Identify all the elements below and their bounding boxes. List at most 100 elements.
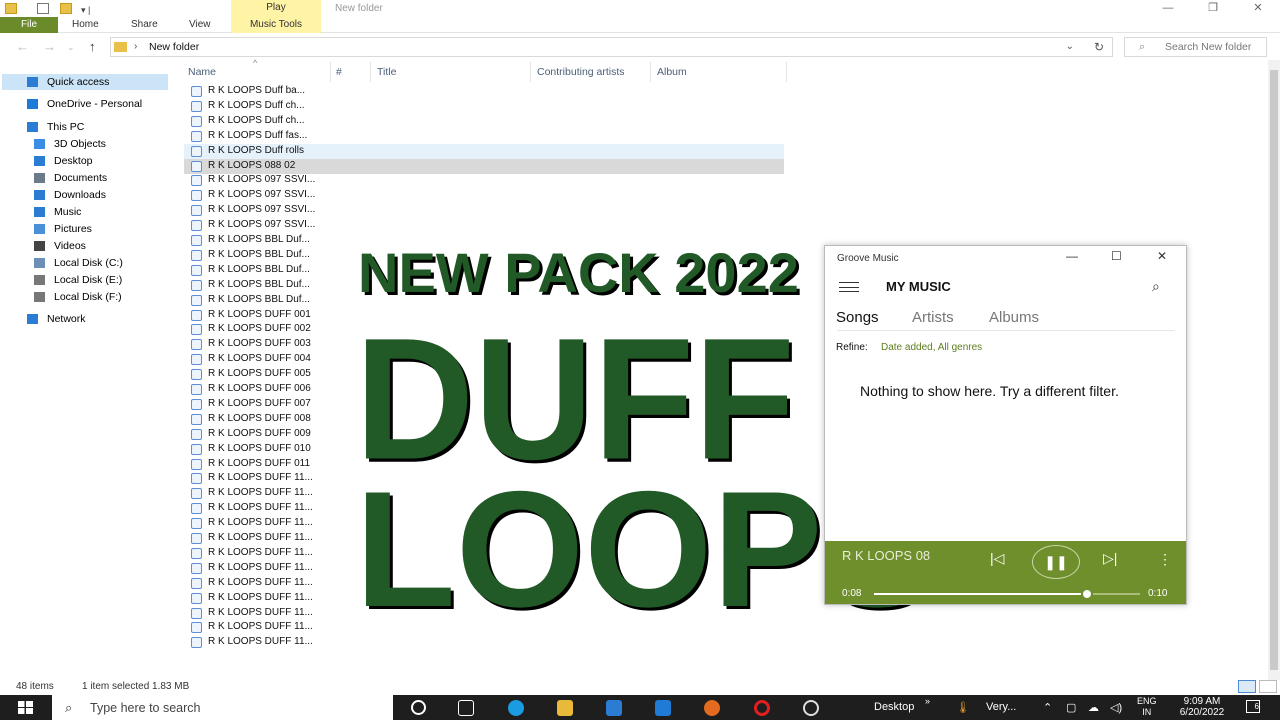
tab-file[interactable]: File (0, 17, 58, 33)
microsoft-store-icon[interactable] (606, 700, 622, 716)
sidebar-item[interactable]: Downloads (2, 187, 168, 203)
fl-studio-icon[interactable] (704, 700, 720, 716)
new-folder-icon[interactable] (60, 3, 72, 14)
refresh-icon[interactable]: ↻ (1094, 40, 1104, 54)
toolbar-expand-icon[interactable]: » (925, 696, 930, 706)
column-number[interactable]: # (336, 66, 342, 78)
more-options-icon[interactable]: ⋮ (1158, 551, 1172, 568)
audio-file-icon (191, 324, 202, 336)
breadcrumb-path[interactable]: New folder (149, 41, 199, 53)
column-title[interactable]: Title (377, 66, 396, 78)
edge-browser-icon[interactable] (508, 700, 524, 716)
column-album[interactable]: Album (657, 66, 687, 78)
desktop-toolbar-label[interactable]: Desktop (874, 701, 914, 713)
forward-arrow-icon[interactable]: → (43, 39, 56, 54)
file-name: R K LOOPS DUFF 11... (208, 472, 313, 484)
details-view-icon[interactable] (1238, 680, 1256, 693)
onedrive-tray-icon[interactable]: ☁ (1088, 701, 1099, 714)
tab-share[interactable]: Share (131, 17, 158, 33)
file-row[interactable]: R K LOOPS 097 SSVI... (184, 188, 784, 203)
tab-artists[interactable]: Artists (912, 309, 954, 326)
tab-view[interactable]: View (189, 17, 211, 33)
now-playing-track[interactable]: R K LOOPS 08 (842, 548, 930, 563)
groove-music-taskbar-icon[interactable] (803, 700, 819, 716)
notification-center-icon[interactable]: 6 (1246, 700, 1260, 713)
file-row[interactable]: R K LOOPS Duff rolls (184, 143, 784, 159)
file-row[interactable]: R K LOOPS 097 SSVI... (184, 173, 784, 188)
pause-button[interactable]: ❚❚ (1032, 545, 1080, 579)
file-name: R K LOOPS DUFF 11... (208, 636, 313, 648)
minimize-icon[interactable]: — (1066, 249, 1078, 263)
volume-icon[interactable]: ◁) (1110, 701, 1122, 714)
cortana-icon[interactable] (411, 700, 426, 715)
address-bar[interactable]: › New folder ⌄ ↻ (110, 37, 1113, 57)
seek-slider[interactable] (874, 588, 1140, 600)
search-input[interactable]: ⌕ Search New folder (1124, 37, 1267, 57)
sidebar-item[interactable]: Local Disk (C:) (2, 255, 168, 271)
sidebar-item[interactable]: Videos (2, 238, 168, 254)
sidebar-item[interactable]: This PC (2, 119, 168, 135)
file-explorer-icon[interactable] (557, 700, 573, 716)
previous-track-icon[interactable]: |◁ (990, 550, 1004, 567)
refine-filter-link[interactable]: Date added, All genres (881, 342, 982, 353)
file-row[interactable]: R K LOOPS Duff ch... (184, 114, 784, 129)
sidebar-item[interactable]: OneDrive - Personal (2, 96, 168, 112)
file-row[interactable]: R K LOOPS Duff fas... (184, 129, 784, 144)
seek-thumb[interactable] (1080, 588, 1093, 600)
close-icon[interactable]: ✕ (1157, 249, 1167, 263)
weather-text[interactable]: Very... (986, 701, 1016, 713)
mail-icon[interactable] (655, 700, 671, 716)
taskbar-clock[interactable]: 9:09 AM 6/20/2022 (1172, 696, 1232, 718)
restore-icon[interactable]: ❐ (1193, 0, 1233, 17)
scrollbar-thumb[interactable] (1270, 70, 1278, 670)
sidebar-item[interactable]: Pictures (2, 221, 168, 237)
column-contributing-artists[interactable]: Contributing artists (537, 66, 625, 78)
audio-file-icon (191, 294, 202, 306)
sidebar-item[interactable]: Desktop (2, 153, 168, 169)
sidebar-item[interactable]: Local Disk (F:) (2, 289, 168, 305)
vertical-scrollbar[interactable] (1268, 60, 1280, 680)
taskbar-search-box[interactable]: ⌕ Type here to search (52, 695, 393, 720)
tab-home[interactable]: Home (72, 17, 99, 33)
hamburger-menu-icon[interactable] (839, 282, 859, 292)
next-track-icon[interactable]: ▷| (1103, 550, 1117, 567)
column-name[interactable]: Name (188, 66, 216, 78)
input-language-indicator[interactable]: ENG IN (1137, 696, 1157, 718)
large-icons-view-icon[interactable] (1259, 680, 1277, 693)
sidebar-item[interactable]: Quick access (2, 74, 168, 90)
sidebar-item[interactable]: Documents (2, 170, 168, 186)
audio-file-icon (191, 175, 202, 187)
start-button[interactable] (0, 695, 52, 720)
audio-file-icon (191, 637, 202, 649)
recent-chevron-icon[interactable]: ⌄ (67, 42, 75, 53)
chevron-down-icon[interactable]: ⌄ (1066, 41, 1074, 52)
customize-quick-access-icon[interactable]: ▾ | (81, 5, 90, 16)
sidebar-item[interactable]: Network (2, 311, 168, 327)
meet-now-icon[interactable]: ▢ (1066, 701, 1076, 714)
close-icon[interactable]: ✕ (1238, 0, 1278, 17)
audio-file-icon (191, 145, 202, 157)
show-hidden-icons-chevron-icon[interactable]: ⌃ (1043, 701, 1052, 714)
tab-songs[interactable]: Songs (836, 309, 879, 326)
task-view-icon[interactable] (458, 700, 474, 716)
file-name: R K LOOPS DUFF 11... (208, 532, 313, 543)
sidebar-item[interactable]: Local Disk (E:) (2, 272, 168, 288)
tab-music-tools[interactable]: Music Tools (231, 17, 321, 33)
file-row[interactable]: R K LOOPS 097 SSVI... (184, 203, 784, 218)
back-arrow-icon[interactable]: ← (16, 39, 29, 54)
sidebar-item[interactable]: Music (2, 204, 168, 220)
minimize-icon[interactable]: — (1148, 0, 1188, 17)
screen-recorder-icon[interactable] (754, 700, 770, 716)
breadcrumb-chevron-icon[interactable]: › (134, 41, 137, 52)
file-row[interactable]: R K LOOPS 088 02 (184, 158, 784, 174)
tab-albums[interactable]: Albums (989, 309, 1039, 326)
file-row[interactable]: R K LOOPS Duff ba... (184, 84, 784, 99)
weather-icon[interactable]: 🌡 (956, 701, 970, 714)
file-row[interactable]: R K LOOPS 097 SSVI... (184, 218, 784, 233)
maximize-icon[interactable]: ☐ (1111, 249, 1122, 263)
properties-icon[interactable] (37, 3, 49, 14)
up-arrow-icon[interactable]: ↑ (89, 39, 96, 54)
search-icon[interactable]: ⌕ (1152, 278, 1160, 295)
sidebar-item[interactable]: 3D Objects (2, 136, 168, 152)
file-row[interactable]: R K LOOPS Duff ch... (184, 99, 784, 114)
